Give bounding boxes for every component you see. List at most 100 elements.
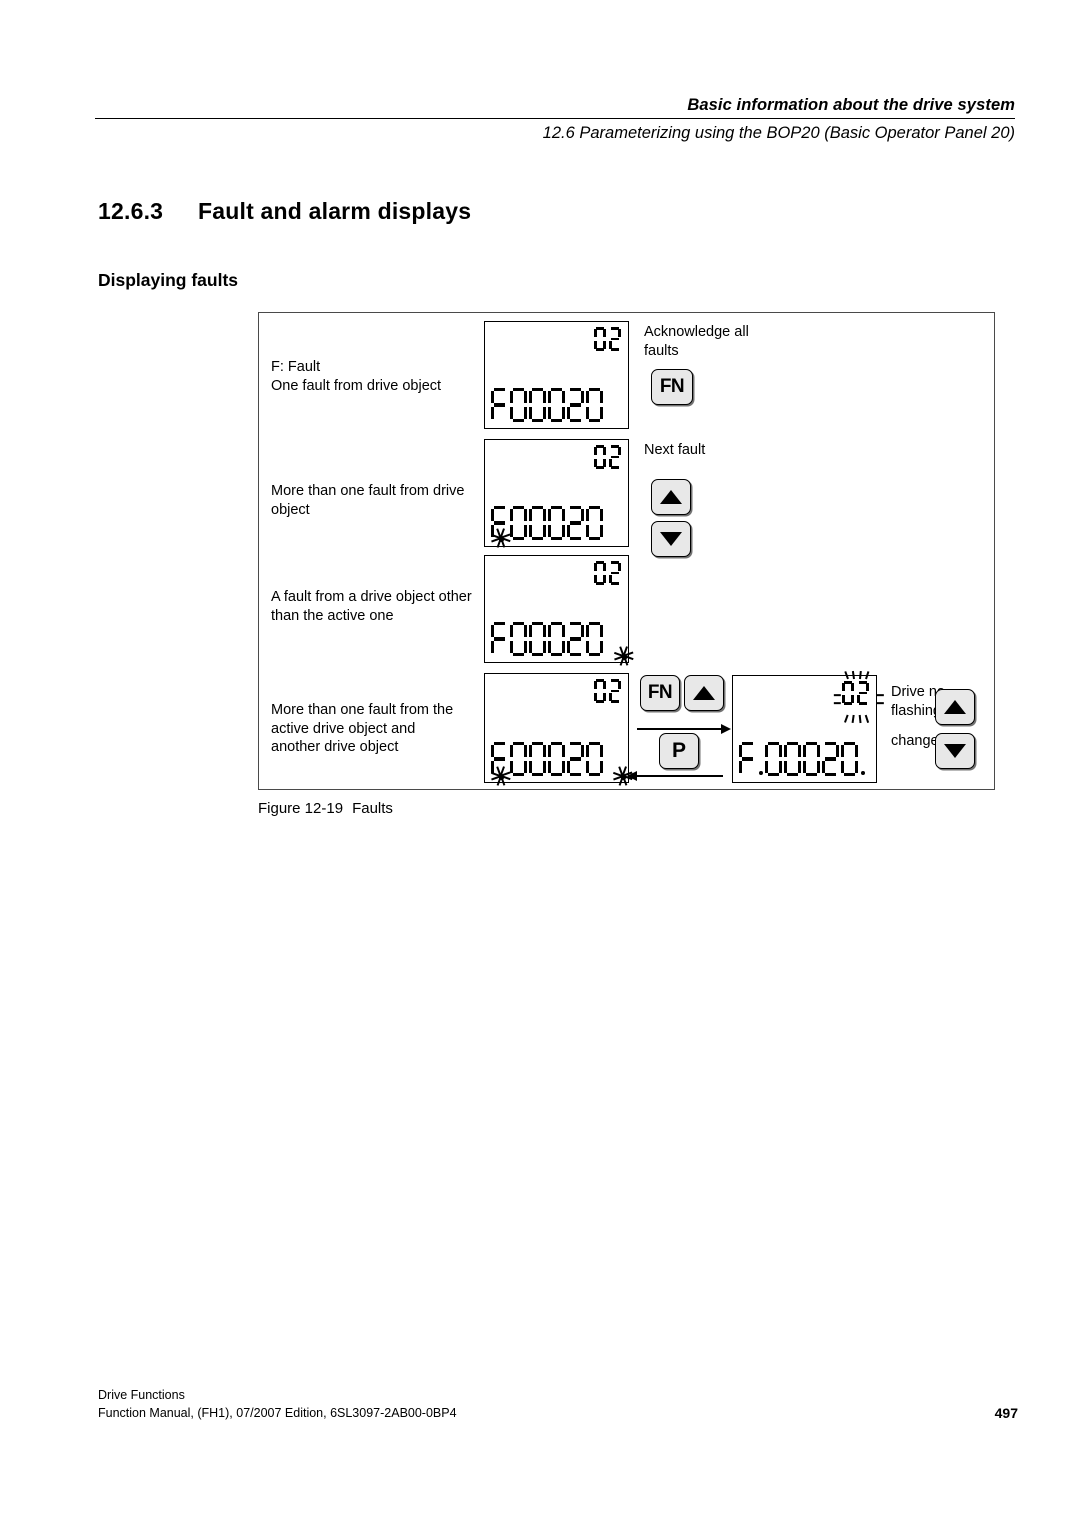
up-key-row-4-mid[interactable] xyxy=(684,675,724,711)
flashing-dot-left-row-4 xyxy=(490,766,512,788)
lcd-display-row-4-right xyxy=(732,670,884,783)
subsection-heading: Displaying faults xyxy=(98,270,239,290)
seven-segment-digit xyxy=(609,327,621,351)
seven-segment-digit xyxy=(548,506,565,540)
triangle-up-icon xyxy=(944,700,966,714)
seven-segment-digit xyxy=(529,622,546,656)
row-3-label: A fault from a drive object other than t… xyxy=(271,588,472,625)
seven-segment-digit xyxy=(594,561,606,585)
seven-segment-digit xyxy=(548,622,565,656)
row-1-note-line1: Acknowledge all xyxy=(644,324,749,340)
decimal-point xyxy=(861,771,865,775)
seven-segment-digit xyxy=(857,681,869,705)
seven-segment-digit xyxy=(548,388,565,422)
row-1-label-line2: One fault from drive object xyxy=(271,377,442,394)
lcd-drive-number-row-4-left xyxy=(594,679,621,703)
seven-segment-digit xyxy=(594,679,606,703)
lcd-drive-number-row-2 xyxy=(594,445,621,469)
seven-segment-digit xyxy=(609,445,621,469)
seven-segment-digit xyxy=(510,388,527,422)
running-header: Basic information about the drive system… xyxy=(95,96,1015,143)
page-footer: Drive Functions Function Manual, (FH1), … xyxy=(98,1386,1018,1422)
flashing-dot-left-row-2 xyxy=(490,528,512,550)
seven-segment-digit xyxy=(609,561,621,585)
seven-segment-digit xyxy=(594,327,606,351)
triangle-down-icon xyxy=(944,744,966,758)
row-1-note: Acknowledge all faults xyxy=(644,323,749,360)
row-2-label: More than one fault from drive object xyxy=(271,482,464,519)
row-3-label-line2: than the active one xyxy=(271,607,394,624)
seven-segment-digit xyxy=(529,506,546,540)
header-subtitle-line: 12.6 Parameterizing using the BOP20 (Bas… xyxy=(542,124,1015,142)
lcd-fault-code-row-4-right xyxy=(739,742,865,776)
lcd-drive-number-row-3 xyxy=(594,561,621,585)
seven-segment-digit xyxy=(842,681,854,705)
up-key-row-2[interactable] xyxy=(651,479,691,515)
row-2-note: Next fault xyxy=(644,441,705,460)
seven-segment-digit xyxy=(765,742,782,776)
seven-segment-digit xyxy=(510,622,527,656)
decimal-point xyxy=(759,771,763,775)
figure-caption: Figure 12-19 Faults xyxy=(258,800,393,817)
lcd-fault-code-row-3 xyxy=(491,622,603,656)
seven-segment-digit xyxy=(822,742,839,776)
seven-segment-digit xyxy=(609,679,621,703)
lcd-drive-number-row-1 xyxy=(594,327,621,351)
seven-segment-digit xyxy=(510,506,527,540)
header-title-line: Basic information about the drive system xyxy=(687,96,1015,114)
lcd-drive-number-row-4-right xyxy=(833,670,884,724)
fn-key-row-4[interactable]: FN xyxy=(640,675,680,711)
row-2-label-line1: More than one fault from drive xyxy=(271,483,465,499)
section-title: Fault and alarm displays xyxy=(198,198,472,224)
seven-segment-digit xyxy=(586,742,603,776)
figure-caption-text: Faults xyxy=(352,800,393,817)
row-4-label-line2: active drive object and xyxy=(271,720,416,737)
fn-key-row-1[interactable]: FN xyxy=(651,369,693,405)
seven-segment-digit xyxy=(803,742,820,776)
seven-segment-digit xyxy=(594,445,606,469)
triangle-up-icon xyxy=(660,490,682,504)
figure-row-1: F: Fault One fault from drive object Ack… xyxy=(259,313,994,435)
figure-row-3: A fault from a drive object other than t… xyxy=(259,553,994,671)
seven-segment-digit xyxy=(841,742,858,776)
seven-segment-digit xyxy=(586,622,603,656)
down-key-row-2[interactable] xyxy=(651,521,691,557)
triangle-up-icon xyxy=(693,686,715,700)
figure-row-2: More than one fault from drive object Ne… xyxy=(259,435,994,557)
down-key-row-4-right[interactable] xyxy=(935,733,975,769)
page-number: 497 xyxy=(994,1405,1018,1421)
row-1-label: F: Fault One fault from drive object xyxy=(271,358,441,395)
row-3-label-line1: A fault from a drive object other xyxy=(271,589,472,605)
row-1-label-line1: F: Fault xyxy=(271,359,321,375)
seven-segment-digit xyxy=(491,388,508,422)
figure-row-4: More than one fault from the active driv… xyxy=(259,670,994,791)
row-4-label-line1: More than one fault from the xyxy=(271,702,454,718)
lcd-display-row-3 xyxy=(484,555,634,666)
seven-segment-digit xyxy=(784,742,801,776)
seven-segment-digit xyxy=(529,388,546,422)
figure-faults: F: Fault One fault from drive object Ack… xyxy=(258,312,995,790)
p-key-row-4[interactable]: P xyxy=(659,733,699,769)
figure-caption-label: Figure 12-19 xyxy=(258,800,344,817)
flashing-dot-right-row-3 xyxy=(613,646,635,668)
page-title: 12.6.3 Fault and alarm displays xyxy=(98,198,898,225)
seven-segment-digit xyxy=(510,742,527,776)
seven-segment-digit xyxy=(567,506,584,540)
lcd-display-row-2 xyxy=(484,439,629,550)
lcd-display-row-4-left xyxy=(484,673,633,786)
seven-segment-digit xyxy=(529,742,546,776)
arrow-right-line xyxy=(637,728,723,730)
row-4-label-line3: another drive object xyxy=(271,739,399,755)
seven-segment-digit xyxy=(567,622,584,656)
footer-line-2: Function Manual, (FH1), 07/2007 Edition,… xyxy=(98,1406,457,1420)
seven-segment-digit xyxy=(548,742,565,776)
arrow-right-head xyxy=(721,724,731,734)
seven-segment-digit xyxy=(491,622,508,656)
triangle-down-icon xyxy=(660,532,682,546)
section-number: 12.6.3 xyxy=(98,198,164,224)
arrow-left-head xyxy=(627,771,637,781)
arrow-left-line xyxy=(637,775,723,777)
seven-segment-digit xyxy=(586,506,603,540)
row-2-note-line1: Next fault xyxy=(644,442,706,458)
up-key-row-4-right[interactable] xyxy=(935,689,975,725)
